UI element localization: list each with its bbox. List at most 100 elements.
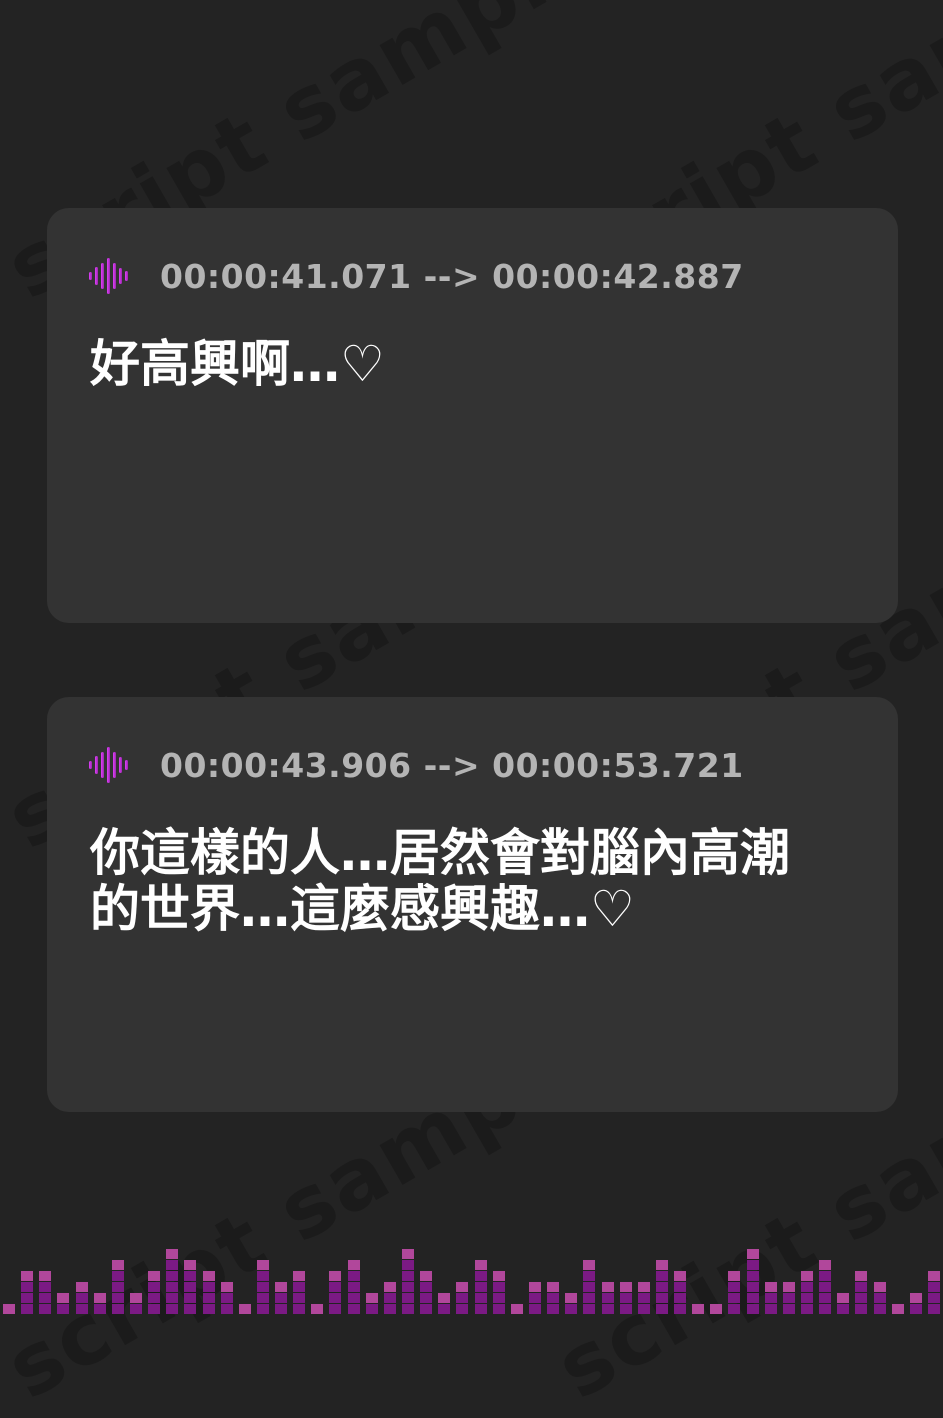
equalizer-block <box>493 1271 505 1281</box>
equalizer-block <box>565 1304 577 1314</box>
equalizer-block <box>21 1293 33 1303</box>
equalizer-block <box>620 1304 632 1314</box>
equalizer-block <box>583 1260 595 1270</box>
equalizer-block <box>475 1271 487 1281</box>
equalizer-block <box>855 1304 867 1314</box>
sound-wave-icon <box>89 258 128 294</box>
equalizer-block <box>602 1304 614 1314</box>
equalizer-block <box>348 1293 360 1303</box>
equalizer-block <box>801 1271 813 1281</box>
equalizer-block <box>384 1293 396 1303</box>
equalizer-block <box>293 1282 305 1292</box>
equalizer-block <box>166 1304 178 1314</box>
equalizer-block <box>402 1282 414 1292</box>
equalizer-block <box>583 1304 595 1314</box>
equalizer-block <box>384 1304 396 1314</box>
equalizer-block <box>493 1304 505 1314</box>
equalizer-block <box>765 1293 777 1303</box>
equalizer-block <box>692 1304 704 1314</box>
card-header: 00:00:41.071 --> 00:00:42.887 <box>89 256 744 296</box>
equalizer-block <box>747 1260 759 1270</box>
equalizer-block <box>94 1293 106 1303</box>
equalizer-block <box>112 1271 124 1281</box>
equalizer-block <box>674 1304 686 1314</box>
subtitle-line: 你這樣的人…居然會對腦內高潮 <box>90 824 790 882</box>
equalizer-block <box>783 1293 795 1303</box>
equalizer-block <box>329 1282 341 1292</box>
equalizer-block <box>293 1304 305 1314</box>
equalizer-block <box>76 1293 88 1303</box>
subtitle-card: 00:00:43.906 --> 00:00:53.721 你這樣的人…居然會對… <box>47 697 898 1112</box>
equalizer-block <box>184 1282 196 1292</box>
equalizer-block <box>257 1293 269 1303</box>
equalizer-block <box>130 1304 142 1314</box>
equalizer-block <box>166 1249 178 1259</box>
equalizer-block <box>275 1282 287 1292</box>
equalizer-block <box>910 1304 922 1314</box>
equalizer-block <box>493 1282 505 1292</box>
equalizer-block <box>602 1293 614 1303</box>
equalizer-block <box>547 1304 559 1314</box>
equalizer-block <box>166 1293 178 1303</box>
equalizer-block <box>493 1293 505 1303</box>
equalizer-block <box>112 1304 124 1314</box>
equalizer-block <box>475 1282 487 1292</box>
equalizer-block <box>565 1293 577 1303</box>
equalizer-block <box>348 1271 360 1281</box>
equalizer-block <box>910 1293 922 1303</box>
equalizer-block <box>39 1304 51 1314</box>
equalizer-block <box>76 1304 88 1314</box>
equalizer-block <box>656 1304 668 1314</box>
equalizer-block <box>221 1304 233 1314</box>
equalizer-block <box>293 1293 305 1303</box>
equalizer-block <box>257 1260 269 1270</box>
equalizer-block <box>837 1293 849 1303</box>
equalizer-block <box>819 1260 831 1270</box>
equalizer-block <box>420 1293 432 1303</box>
equalizer-block <box>583 1271 595 1281</box>
equalizer-block <box>184 1260 196 1270</box>
equalizer-block <box>329 1271 341 1281</box>
timestamp: 00:00:41.071 --> 00:00:42.887 <box>160 256 744 296</box>
timestamp: 00:00:43.906 --> 00:00:53.721 <box>160 745 744 785</box>
equalizer-block <box>166 1282 178 1292</box>
equalizer-block <box>747 1249 759 1259</box>
equalizer-block <box>402 1293 414 1303</box>
equalizer-block <box>293 1271 305 1281</box>
equalizer-block <box>184 1271 196 1281</box>
equalizer-block <box>475 1293 487 1303</box>
equalizer-block <box>855 1293 867 1303</box>
equalizer-block <box>765 1282 777 1292</box>
equalizer-block <box>728 1271 740 1281</box>
subtitle-line: 好高興啊…♡ <box>90 335 385 393</box>
equalizer-block <box>874 1293 886 1303</box>
equalizer-block <box>728 1282 740 1292</box>
equalizer-block <box>402 1260 414 1270</box>
equalizer-block <box>21 1304 33 1314</box>
equalizer-block <box>674 1282 686 1292</box>
equalizer-block <box>475 1304 487 1314</box>
equalizer-block <box>166 1260 178 1270</box>
equalizer-block <box>801 1282 813 1292</box>
equalizer-block <box>148 1293 160 1303</box>
subtitle-text: 好高興啊…♡ <box>90 336 858 392</box>
equalizer-block <box>39 1282 51 1292</box>
equalizer-block <box>547 1293 559 1303</box>
equalizer-block <box>638 1282 650 1292</box>
equalizer-block <box>184 1304 196 1314</box>
equalizer-block <box>837 1304 849 1314</box>
subtitle-text: 你這樣的人…居然會對腦內高潮 的世界…這麼感興趣…♡ <box>90 825 858 937</box>
equalizer-block <box>203 1282 215 1292</box>
equalizer-block <box>819 1271 831 1281</box>
equalizer-block <box>620 1293 632 1303</box>
equalizer-block <box>801 1304 813 1314</box>
equalizer-block <box>420 1304 432 1314</box>
equalizer-block <box>3 1304 15 1314</box>
equalizer-block <box>602 1282 614 1292</box>
equalizer-block <box>529 1304 541 1314</box>
equalizer-block <box>112 1293 124 1303</box>
equalizer-block <box>311 1304 323 1314</box>
equalizer-block <box>656 1282 668 1292</box>
equalizer-block <box>747 1271 759 1281</box>
equalizer-block <box>728 1304 740 1314</box>
